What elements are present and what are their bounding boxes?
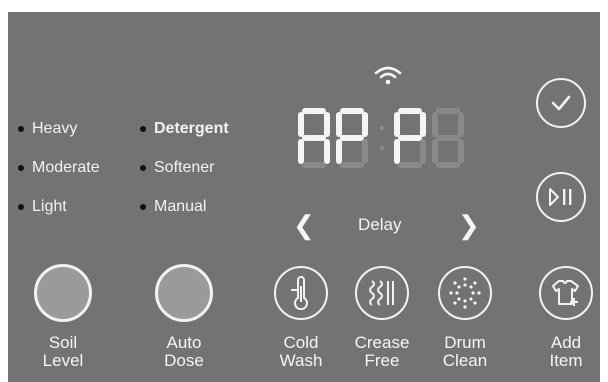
crease-free-label-line2: Free [364,351,400,370]
seven-segment-display [298,108,468,168]
indicator-dot [18,126,24,132]
delay-decrease-button[interactable]: ❮ [293,212,315,238]
option-heavy: Heavy [18,120,77,138]
drum-clean-button[interactable] [438,266,492,320]
option-manual-label: Manual [154,198,207,215]
play-pause-icon [549,188,572,206]
drum-sparkle-icon [449,277,481,309]
cold-wash-label-line1: Cold [283,333,319,352]
option-heavy-label: Heavy [32,120,78,137]
option-moderate-label: Moderate [32,159,100,176]
delay-increase-button[interactable]: ❯ [458,212,480,238]
indicator-dot [18,165,24,171]
indicator-dot [18,204,24,210]
soil-level-button[interactable] [34,264,92,322]
indicator-dot [140,204,146,210]
add-item-label: Add Item [521,334,608,370]
option-softener-label: Softener [154,159,215,176]
soil-level-label-line1: Soil [48,333,78,352]
thermometer-icon [291,276,308,310]
confirm-button[interactable] [536,78,586,128]
option-detergent: Detergent [140,120,229,138]
cold-wash-button[interactable] [274,266,328,320]
cold-wash-label: Cold Wash [256,334,346,370]
auto-dose-label-line2: Dose [164,351,204,370]
display-colon-top [380,126,384,130]
auto-dose-label-line1: Auto [166,333,202,352]
display-colon-bottom [380,146,384,150]
auto-dose-label: Auto Dose [139,334,229,370]
checkmark-icon [551,95,571,111]
option-light-label: Light [32,198,67,215]
crease-wave-icon [369,280,394,306]
add-item-label-line1: Add [550,333,582,352]
shirt-plus-icon [552,280,579,306]
drum-clean-label-line1: Drum [444,333,486,352]
soil-level-label-line2: Level [42,351,84,370]
cold-wash-label-line2: Wash [279,351,323,370]
control-panel: Heavy Moderate Light Detergent Softener … [8,12,600,382]
option-moderate: Moderate [18,159,100,177]
indicator-dot [140,165,146,171]
indicator-dot [140,126,146,132]
start-pause-button[interactable] [536,172,586,222]
soil-level-label: Soil Level [18,334,108,370]
delay-label: Delay [358,215,402,234]
drum-clean-label-line2: Clean [442,351,488,370]
option-softener: Softener [140,159,214,177]
option-manual: Manual [140,198,206,216]
option-detergent-label: Detergent [154,120,229,137]
auto-dose-button[interactable] [155,264,213,322]
add-item-button[interactable] [539,266,593,320]
wifi-icon [374,66,402,85]
crease-free-button[interactable] [355,266,409,320]
crease-free-label-line1: Crease [354,333,410,352]
crease-free-label: Crease Free [337,334,427,370]
add-item-label-line2: Item [549,351,583,370]
option-light: Light [18,198,67,216]
drum-clean-label: Drum Clean [420,334,510,370]
